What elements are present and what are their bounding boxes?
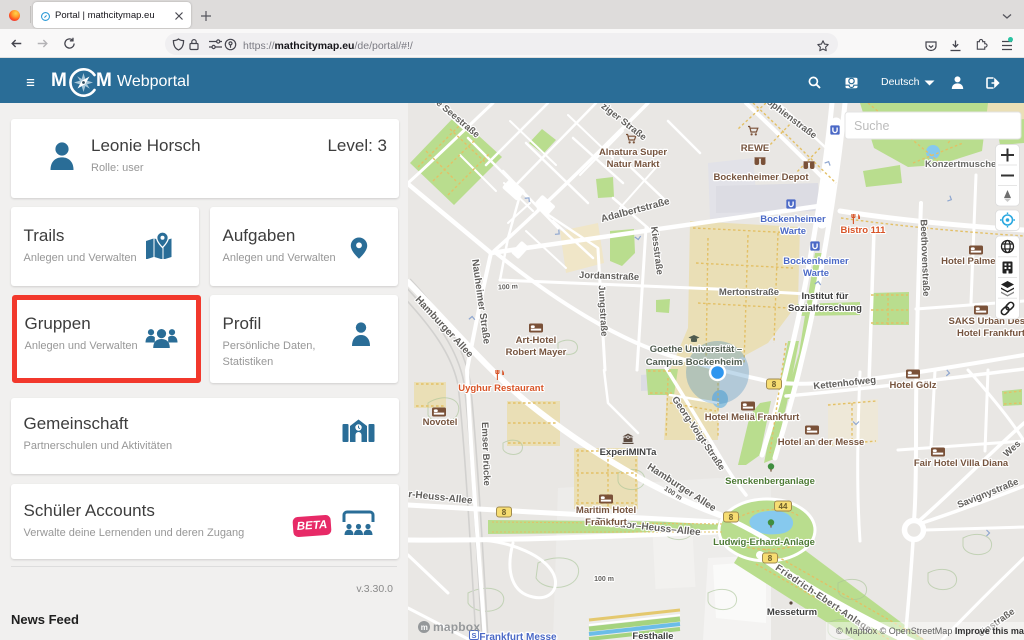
svg-text:Hotel an der Messe: Hotel an der Messe <box>778 437 865 448</box>
svg-text:100 m: 100 m <box>594 576 614 583</box>
svg-text:Art-Hotel: Art-Hotel <box>516 335 557 346</box>
svg-text:Uyghur Restaurant: Uyghur Restaurant <box>458 383 544 394</box>
svg-text:Warte: Warte <box>780 226 806 237</box>
svg-text:Bistro 111: Bistro 111 <box>841 225 887 236</box>
svg-text:Goethe Universität –: Goethe Universität – <box>650 344 742 355</box>
svg-text:Hotel Gölz: Hotel Gölz <box>890 380 937 391</box>
svg-text:Senckenberganlage: Senckenberganlage <box>725 476 815 487</box>
svg-text:Frankfurt: Frankfurt <box>585 517 628 528</box>
svg-text:m: m <box>421 623 428 632</box>
svg-text:Ludwig-Erhard-Anlage: Ludwig-Erhard-Anlage <box>713 537 815 548</box>
svg-text:mapbox: mapbox <box>433 620 480 634</box>
svg-text:Messeturm: Messeturm <box>767 607 817 618</box>
svg-text:Bockenheimer: Bockenheimer <box>760 214 826 225</box>
svg-text:Konzertmuschel: Konzertmuschel <box>925 159 999 170</box>
svg-text:Institut für: Institut für <box>802 291 849 302</box>
svg-text:Robert Mayer: Robert Mayer <box>506 347 567 358</box>
svg-text:© Mapbox © OpenStreetMap Impro: © Mapbox © OpenStreetMap Improve this ma… <box>836 626 1024 636</box>
svg-text:Novotel: Novotel <box>423 417 458 428</box>
svg-text:Bockenheimer Depot: Bockenheimer Depot <box>713 172 809 183</box>
svg-text:Bockenheimer: Bockenheimer <box>783 256 849 267</box>
svg-text:Mertonstraße: Mertonstraße <box>719 287 779 298</box>
svg-text:Campus Bockenheim: Campus Bockenheim <box>646 357 743 368</box>
svg-text:Natur Markt: Natur Markt <box>607 159 661 170</box>
svg-text:Festhalle: Festhalle <box>632 631 673 640</box>
svg-text:REWE: REWE <box>741 143 770 154</box>
svg-text:Jordanstraße: Jordanstraße <box>579 270 640 283</box>
svg-text:Maritim Hotel: Maritim Hotel <box>576 505 636 516</box>
svg-text:Hotel Frankfurt: Hotel Frankfurt <box>957 328 1024 339</box>
svg-text:Suche: Suche <box>854 119 889 133</box>
svg-text:Hotel Meliä Frankfurt: Hotel Meliä Frankfurt <box>705 412 800 423</box>
svg-text:Sozialforschung: Sozialforschung <box>788 303 862 314</box>
svg-text:44: 44 <box>779 502 788 511</box>
svg-text:Fair Hotel Villa Diana: Fair Hotel Villa Diana <box>914 458 1009 469</box>
svg-text:Warte: Warte <box>803 268 829 279</box>
svg-text:Emser Brücke: Emser Brücke <box>479 422 492 486</box>
svg-text:Alnatura Super: Alnatura Super <box>599 147 667 158</box>
svg-text:Frankfurt Messe: Frankfurt Messe <box>479 632 557 640</box>
svg-text:ExperiMINTa: ExperiMINTa <box>600 447 658 458</box>
svg-text:100 m: 100 m <box>498 283 518 291</box>
